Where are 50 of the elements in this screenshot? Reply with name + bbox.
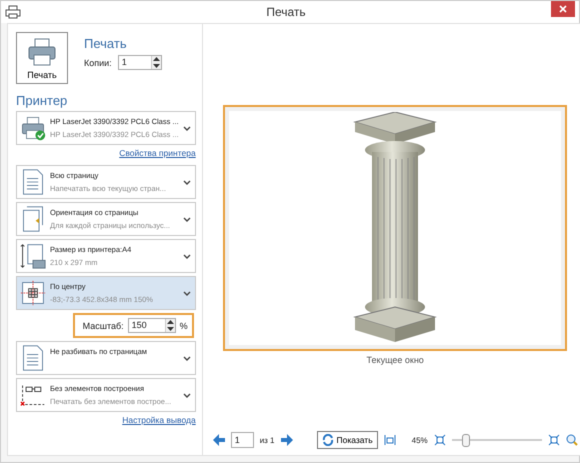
spin-down-icon: [166, 326, 174, 331]
zoom-value: 45%: [412, 436, 428, 444]
page-center-icon: [20, 280, 46, 306]
section-heading: Печать: [84, 36, 128, 51]
printer-icon: [26, 36, 58, 66]
expand-icon: [434, 434, 446, 446]
arrow-left-icon: [212, 434, 225, 446]
spin-up-icon: [152, 57, 160, 62]
previous-page-button[interactable]: [212, 434, 225, 446]
percent-label: %: [180, 320, 188, 330]
spin-down-icon: [152, 64, 160, 68]
zoom-in-button[interactable]: [548, 434, 560, 446]
chevron-down-icon: [182, 216, 191, 222]
page-icon: [20, 169, 46, 195]
page-field[interactable]: 1: [230, 432, 254, 448]
zoom-out-button[interactable]: [434, 434, 446, 446]
printer-properties-link[interactable]: Свойства принтера: [119, 148, 196, 158]
magnifier-icon: [566, 434, 578, 446]
print-button[interactable]: Печать: [16, 32, 68, 84]
page-icon: [20, 345, 46, 371]
chevron-down-icon: [182, 290, 191, 296]
scale-label: Масштаб:: [82, 320, 124, 330]
refresh-icon: [322, 434, 334, 446]
section-heading: Принтер: [16, 93, 68, 108]
chevron-down-icon: [182, 392, 191, 398]
next-page-button[interactable]: [280, 434, 292, 446]
output-settings-link[interactable]: Настройка вывода: [122, 415, 196, 425]
copies-label: Копии:: [84, 58, 112, 68]
zoom-button[interactable]: [566, 434, 578, 446]
chevron-down-icon: [182, 254, 191, 258]
printer-icon: [5, 5, 21, 19]
scale-field[interactable]: 150: [128, 318, 176, 333]
page-size-icon: [20, 243, 46, 269]
arrow-right-icon: [280, 434, 292, 446]
close-icon: [559, 5, 567, 13]
close-button[interactable]: [551, 1, 575, 17]
slider-thumb[interactable]: [462, 434, 470, 446]
spin-up-icon: [166, 320, 174, 324]
page-count: из 1: [260, 436, 274, 444]
expand-icon: [548, 434, 560, 446]
chevron-down-icon: [182, 126, 191, 130]
fit-page-button[interactable]: [384, 434, 396, 446]
show-button[interactable]: Показать: [316, 431, 378, 449]
chevron-down-icon: [182, 356, 191, 360]
copies-field[interactable]: 1: [118, 55, 162, 70]
fit-width-icon: [384, 434, 396, 446]
page-orientation-icon: [20, 206, 46, 232]
window-title: Печать: [265, 5, 307, 19]
chevron-down-icon: [182, 180, 191, 184]
preview-caption: Текущее окно: [366, 354, 424, 364]
